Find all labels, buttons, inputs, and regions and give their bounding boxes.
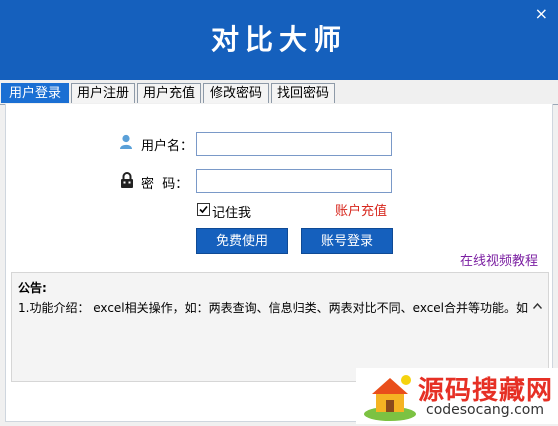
user-icon — [119, 134, 133, 150]
username-label: 用户名： — [141, 139, 194, 154]
title-bar: 对比大师 × — [0, 0, 558, 80]
password-input[interactable] — [201, 172, 387, 190]
password-label: 密 码： — [141, 177, 189, 192]
house-logo-icon — [362, 370, 418, 426]
tab-find-password[interactable]: 找回密码 — [271, 83, 335, 103]
check-icon — [199, 205, 208, 214]
watermark: 源码搜藏网 codesocang.com — [356, 368, 558, 424]
lock-icon — [120, 172, 134, 188]
remember-checkbox[interactable] — [197, 203, 210, 216]
app-title: 对比大师 — [210, 23, 347, 56]
notice-box: 公告: 1.功能介绍： excel相关操作，如：两表查询、信息归类、两表对比不同… — [11, 272, 549, 382]
tab-bar: 用户登录 用户注册 用户充值 修改密码 找回密码 — [0, 80, 558, 105]
tab-register[interactable]: 用户注册 — [71, 83, 135, 103]
account-recharge-link[interactable]: 账户充值 — [335, 200, 387, 219]
username-input[interactable] — [201, 135, 387, 153]
video-tutorial-link[interactable]: 在线视频教程 — [460, 250, 538, 269]
notice-text: 1.功能介绍： excel相关操作，如：两表查询、信息归类、两表对比不同、exc… — [18, 301, 528, 315]
chevron-up-icon[interactable] — [532, 299, 543, 312]
tab-login[interactable]: 用户登录 — [1, 83, 69, 103]
tab-change-password[interactable]: 修改密码 — [203, 83, 269, 103]
free-use-button[interactable]: 免费使用 — [196, 228, 288, 254]
username-field[interactable] — [196, 132, 392, 156]
watermark-url: codesocang.com — [426, 402, 545, 418]
close-icon[interactable]: × — [535, 4, 548, 23]
tab-recharge[interactable]: 用户充值 — [137, 83, 201, 103]
password-field[interactable] — [196, 169, 392, 193]
remember-label: 记住我 — [212, 206, 252, 221]
notice-title: 公告: — [18, 281, 47, 295]
account-login-button[interactable]: 账号登录 — [301, 228, 393, 254]
